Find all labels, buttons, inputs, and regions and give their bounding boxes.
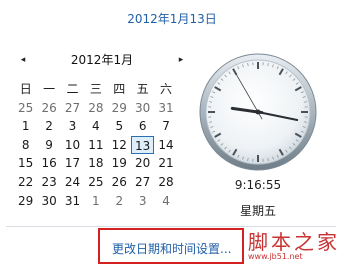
calendar-day[interactable]: 16 bbox=[37, 154, 60, 173]
watermark-brand: 脚本之家 bbox=[248, 230, 340, 254]
datetime-flyout: 2012年1月13日 ◂ 2012年1月 ▸ 日 一 二 三 四 五 六 25 … bbox=[0, 0, 344, 269]
weekday-header-row: 日 一 二 三 四 五 六 bbox=[14, 80, 190, 99]
calendar-day[interactable]: 7 bbox=[154, 117, 177, 136]
calendar-day[interactable]: 21 bbox=[154, 154, 177, 173]
calendar-day[interactable]: 28 bbox=[154, 173, 177, 192]
calendar-day[interactable]: 2 bbox=[37, 117, 60, 136]
weekday-text: 星期五 bbox=[239, 204, 276, 218]
calendar-day[interactable]: 6 bbox=[131, 117, 154, 136]
calendar-day[interactable]: 27 bbox=[131, 173, 154, 192]
calendar-day[interactable]: 10 bbox=[61, 136, 84, 155]
calendar-day[interactable]: 3 bbox=[61, 117, 84, 136]
calendar-week: 1 2 3 4 5 6 7 bbox=[14, 117, 190, 136]
calendar-day[interactable]: 19 bbox=[108, 154, 131, 173]
calendar-day[interactable]: 31 bbox=[154, 99, 177, 118]
weekday-label: 六 bbox=[160, 82, 173, 96]
month-label[interactable]: 2012年1月 bbox=[14, 52, 190, 68]
calendar-grid: 日 一 二 三 四 五 六 25 26 27 28 29 30 31 1 2 3 bbox=[14, 80, 190, 210]
watermark-url: www.jb51.net bbox=[248, 252, 303, 261]
calendar-day[interactable]: 25 bbox=[84, 173, 107, 192]
calendar: ◂ 2012年1月 ▸ 日 一 二 三 四 五 六 25 26 27 28 29… bbox=[14, 52, 190, 208]
calendar-day[interactable]: 3 bbox=[131, 192, 154, 211]
calendar-day[interactable]: 9 bbox=[37, 136, 60, 155]
calendar-day[interactable]: 12 bbox=[108, 136, 131, 155]
calendar-day[interactable]: 31 bbox=[61, 192, 84, 211]
calendar-day[interactable]: 26 bbox=[108, 173, 131, 192]
weekday-label: 三 bbox=[89, 82, 102, 96]
clock-center bbox=[255, 109, 261, 115]
calendar-day[interactable]: 30 bbox=[37, 192, 60, 211]
watermark-logo: 脚本之家 www.jb51.net bbox=[248, 226, 342, 268]
calendar-week: 22 23 24 25 26 27 28 bbox=[14, 173, 190, 192]
calendar-day[interactable]: 2 bbox=[108, 192, 131, 211]
weekday-label: 五 bbox=[136, 82, 149, 96]
calendar-day[interactable]: 29 bbox=[14, 192, 37, 211]
calendar-day[interactable]: 30 bbox=[131, 99, 154, 118]
calendar-day[interactable]: 28 bbox=[84, 99, 107, 118]
calendar-day[interactable]: 11 bbox=[84, 136, 107, 155]
calendar-week: 15 16 17 18 19 20 21 bbox=[14, 154, 190, 173]
calendar-week: 8 9 10 11 12 13 14 bbox=[14, 135, 190, 155]
calendar-day[interactable]: 26 bbox=[37, 99, 60, 118]
weekday-label: 日 bbox=[19, 82, 32, 96]
calendar-day[interactable]: 4 bbox=[84, 117, 107, 136]
calendar-day[interactable]: 4 bbox=[154, 192, 177, 211]
calendar-day-selected[interactable]: 13 bbox=[130, 135, 155, 155]
change-date-time-settings-link[interactable]: 更改日期和时间设置... bbox=[112, 240, 231, 257]
calendar-day[interactable]: 18 bbox=[84, 154, 107, 173]
calendar-day[interactable]: 22 bbox=[14, 173, 37, 192]
calendar-day[interactable]: 14 bbox=[154, 136, 177, 155]
calendar-day[interactable]: 29 bbox=[108, 99, 131, 118]
calendar-day[interactable]: 23 bbox=[37, 173, 60, 192]
next-month-icon[interactable]: ▸ bbox=[174, 52, 188, 68]
digital-time: 9:16:55 bbox=[234, 178, 282, 192]
calendar-week: 25 26 27 28 29 30 31 bbox=[14, 99, 190, 118]
weekday-label: 二 bbox=[66, 82, 79, 96]
calendar-nav: ◂ 2012年1月 ▸ bbox=[14, 52, 190, 70]
calendar-day[interactable]: 5 bbox=[108, 117, 131, 136]
calendar-day[interactable]: 15 bbox=[14, 154, 37, 173]
analog-clock bbox=[199, 53, 317, 171]
calendar-day[interactable]: 25 bbox=[14, 99, 37, 118]
calendar-day[interactable]: 20 bbox=[131, 154, 154, 173]
calendar-day[interactable]: 8 bbox=[14, 136, 37, 155]
weekday-label: 一 bbox=[43, 82, 56, 96]
weekday-label: 四 bbox=[113, 82, 126, 96]
calendar-week: 29 30 31 1 2 3 4 bbox=[14, 192, 190, 211]
calendar-day[interactable]: 17 bbox=[61, 154, 84, 173]
calendar-day[interactable]: 27 bbox=[61, 99, 84, 118]
calendar-day[interactable]: 1 bbox=[84, 192, 107, 211]
calendar-day[interactable]: 1 bbox=[14, 117, 37, 136]
calendar-day[interactable]: 24 bbox=[61, 173, 84, 192]
current-date-link[interactable]: 2012年1月13日 bbox=[0, 10, 344, 27]
